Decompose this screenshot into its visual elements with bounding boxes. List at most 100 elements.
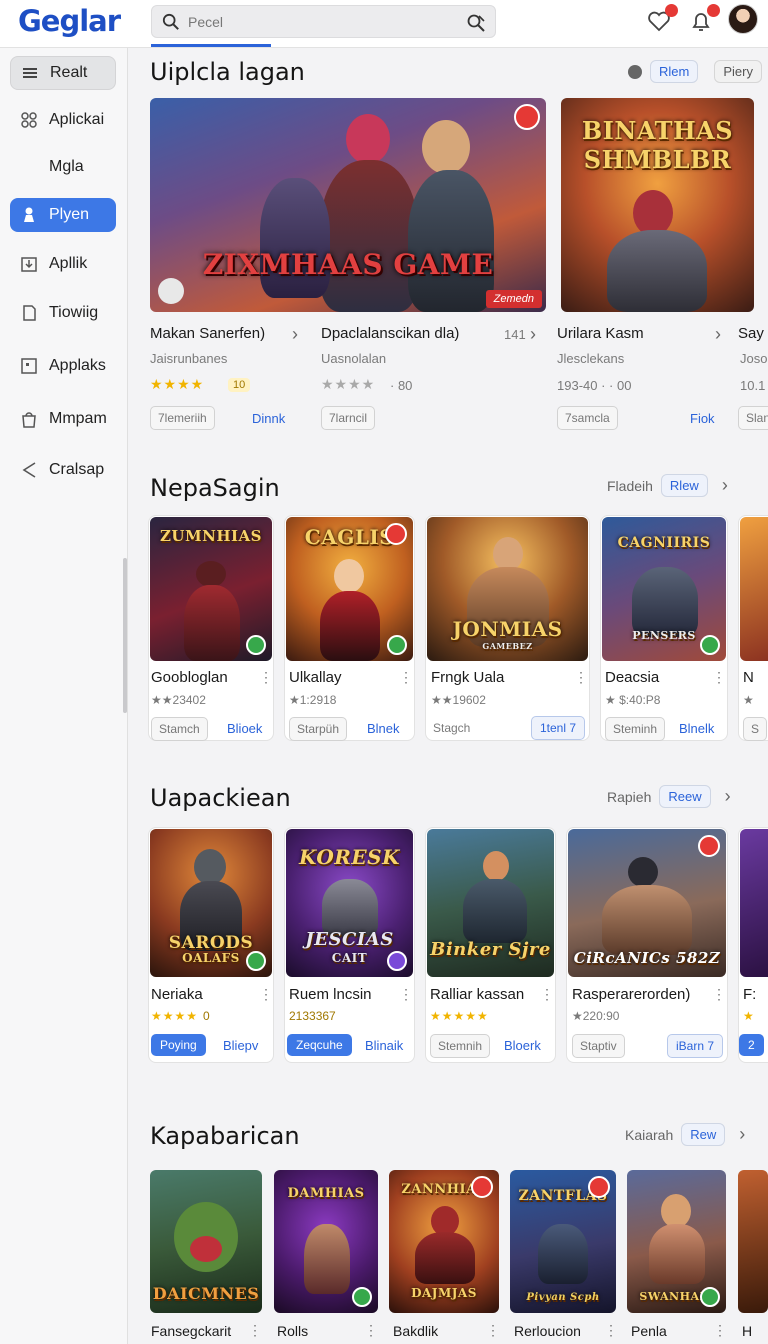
game-title[interactable]: F:	[743, 986, 756, 1003]
search-clear-icon[interactable]	[466, 13, 486, 33]
chevron-right-icon[interactable]: ›	[530, 324, 536, 345]
more-menu-icon[interactable]: ⋮	[399, 986, 413, 1003]
notifications-button[interactable]	[688, 4, 720, 34]
game-thumbnail[interactable]: JONMIAS GAMEBEZ	[427, 517, 588, 661]
game-card[interactable]: CiRcANICs 582Z Rasperarerorden) ⋮ ★220:9…	[566, 827, 728, 1063]
filter-chip[interactable]: Rlew	[660, 474, 708, 497]
game-title[interactable]: Say	[738, 325, 764, 342]
game-button[interactable]: Staptiv	[572, 1034, 625, 1058]
sidebar-item-mgla[interactable]: Mgla	[10, 150, 116, 184]
game-card[interactable]: N ★ S	[738, 515, 768, 741]
game-thumbnail[interactable]: CiRcANICs 582Z	[568, 829, 726, 977]
game-card[interactable]: DAMHIAS Rolls ⋮	[274, 1170, 378, 1344]
game-title[interactable]: Dpaclalanscikan dla)	[321, 325, 459, 342]
game-thumbnail[interactable]	[740, 829, 768, 977]
game-button[interactable]: Starpüh	[289, 717, 348, 741]
more-menu-icon[interactable]: ⋮	[712, 669, 726, 686]
game-title[interactable]: Fansegckarit	[151, 1323, 231, 1339]
sidebar-item-aplickai[interactable]: Aplickai	[10, 103, 116, 137]
more-menu-icon[interactable]: ⋮	[712, 986, 726, 1003]
chevron-right-icon[interactable]: ›	[292, 324, 298, 345]
game-card[interactable]: SARODS OALAFS Neriaka ⋮ ★★★★ 0 Poying Bl…	[148, 827, 274, 1063]
sidebar-item-cralsap[interactable]: Cralsap	[10, 453, 116, 487]
filter-chip[interactable]: Rew	[681, 1123, 726, 1146]
game-button[interactable]: Stagch	[433, 721, 470, 735]
more-menu-icon[interactable]: ⋮	[574, 669, 588, 686]
game-thumbnail[interactable]: BINATHAS SHMBLBR	[561, 98, 754, 312]
more-menu-icon[interactable]: ⋮	[713, 1322, 727, 1339]
game-card[interactable]: CAGNIIRIS PENSERS Deacsia ⋮ ★ $:40:P8 St…	[600, 515, 728, 741]
more-menu-icon[interactable]: ⋮	[604, 1322, 618, 1339]
game-thumbnail[interactable]	[738, 1170, 768, 1313]
game-title[interactable]: Neriaka	[151, 986, 203, 1003]
game-card[interactable]: ZANNHIAS DAJMJAS Bakdlik ⋮	[389, 1170, 500, 1344]
game-card[interactable]: F: ★ 2	[738, 827, 768, 1063]
game-card[interactable]: CAGLIS Ulkallay ⋮ ★1:2918 Starpüh Blnek	[284, 515, 415, 741]
game-card[interactable]: JONMIAS GAMEBEZ Frngk Uala ⋮ ★★19602 Sta…	[425, 515, 590, 741]
game-card[interactable]: Binker Sjre Ralliar kassan ⋮ ★★★★★ Stemn…	[425, 827, 556, 1063]
sidebar-item-apllik[interactable]: Apllik	[10, 247, 116, 281]
search-input[interactable]: Pecel	[151, 5, 496, 38]
sidebar-item-applaks[interactable]: Applaks	[10, 349, 116, 383]
game-link[interactable]: Blinaik	[365, 1038, 403, 1053]
game-button[interactable]: Stamch	[151, 717, 208, 741]
chevron-right-icon[interactable]: ›	[715, 324, 721, 345]
favorites-button[interactable]	[646, 4, 678, 34]
game-title[interactable]: Makan Sanerfen)	[150, 325, 265, 342]
game-link[interactable]: Blnelk	[679, 721, 714, 736]
game-title[interactable]: Rasperarerorden)	[572, 986, 690, 1003]
game-link[interactable]: Bloerk	[504, 1038, 541, 1053]
more-menu-icon[interactable]: ⋮	[540, 986, 554, 1003]
game-thumbnail[interactable]: ZIXMHAAS GAME Zemedn	[150, 98, 546, 312]
game-title[interactable]: Frngk Uala	[431, 669, 504, 686]
game-card[interactable]: ZANTFLAS Pivyan Scph Rerloucion ⋮	[510, 1170, 618, 1344]
more-menu-icon[interactable]: ⋮	[259, 986, 273, 1003]
game-thumbnail[interactable]: CAGNIIRIS PENSERS	[602, 517, 726, 661]
game-title[interactable]: Bakdlik	[393, 1323, 438, 1339]
game-link[interactable]: Fiok	[690, 411, 715, 426]
game-thumbnail[interactable]: SARODS OALAFS	[150, 829, 272, 977]
featured-card[interactable]: ZIXMHAAS GAME Zemedn Makan Sanerfen) › J…	[150, 98, 546, 434]
play-button[interactable]: 2	[739, 1034, 764, 1056]
game-title[interactable]: Ulkallay	[289, 669, 342, 686]
section-ctrl-text[interactable]: Kaiarah	[625, 1127, 673, 1143]
game-title[interactable]: H	[742, 1323, 752, 1339]
game-thumbnail[interactable]: ZANTFLAS Pivyan Scph	[510, 1170, 616, 1313]
filter-chip[interactable]: Piery	[714, 60, 762, 83]
game-title[interactable]: N	[743, 669, 754, 686]
more-menu-icon[interactable]: ⋮	[259, 669, 273, 686]
game-link[interactable]: Bliepv	[223, 1038, 258, 1053]
game-button[interactable]: Steminh	[605, 717, 666, 741]
game-title[interactable]: Ruem lncsin	[289, 986, 372, 1003]
game-title[interactable]: Ralliar kassan	[430, 986, 524, 1003]
featured-card[interactable]: BINATHAS SHMBLBR Urilara Kasm › Jlesclek…	[557, 98, 754, 434]
game-thumbnail[interactable]: SWANHAIS	[627, 1170, 726, 1313]
play-button[interactable]: Poying	[151, 1034, 206, 1056]
more-menu-icon[interactable]: ⋮	[486, 1322, 500, 1339]
game-thumbnail[interactable]: DAICMNES	[150, 1170, 262, 1313]
game-thumbnail[interactable]: KORESK JESCIAS CAIT	[286, 829, 413, 977]
game-button[interactable]: Slan	[738, 406, 768, 430]
game-thumbnail[interactable]: CAGLIS	[286, 517, 413, 661]
more-menu-icon[interactable]: ⋮	[364, 1322, 378, 1339]
game-button[interactable]: S	[743, 717, 768, 741]
game-title[interactable]: Deacsia	[605, 669, 659, 686]
app-logo[interactable]: Geglar	[18, 4, 121, 38]
sidebar-item-realt[interactable]: Realt	[10, 56, 116, 90]
game-thumbnail[interactable]: ZANNHIAS DAJMJAS	[389, 1170, 499, 1313]
game-link[interactable]: Blioek	[227, 721, 262, 736]
game-badge-button[interactable]: iBarn 7	[667, 1034, 724, 1058]
chevron-right-icon[interactable]: ›	[725, 786, 731, 807]
play-button[interactable]: Zeqcuhe	[287, 1034, 352, 1056]
game-thumbnail[interactable]: ZUMNHIAS	[150, 517, 272, 661]
game-card[interactable]: DAICMNES Fansegckarit ⋮	[150, 1170, 262, 1344]
game-link[interactable]: Blnek	[367, 721, 400, 736]
game-card[interactable]: KORESK JESCIAS CAIT Ruem lncsin ⋮ 213336…	[284, 827, 415, 1063]
chevron-right-icon[interactable]: ›	[722, 475, 728, 496]
more-menu-icon[interactable]: ⋮	[248, 1322, 262, 1339]
section-ctrl-text[interactable]: Fladeih	[607, 478, 653, 494]
game-button[interactable]: Stemnih	[430, 1034, 491, 1058]
sidebar-item-plyen[interactable]: Plyen	[10, 198, 116, 232]
game-link[interactable]: Dinnk	[252, 411, 285, 426]
game-title[interactable]: Rerloucion	[514, 1323, 581, 1339]
